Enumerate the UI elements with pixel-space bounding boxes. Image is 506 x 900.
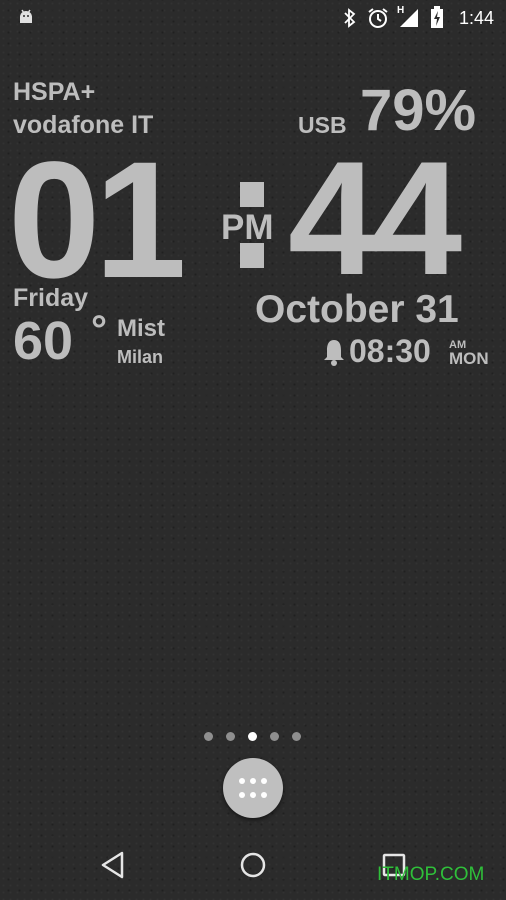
page-indicator [0, 731, 506, 743]
page-dot[interactable] [204, 732, 213, 741]
app-drawer-button[interactable] [223, 758, 283, 818]
home-icon[interactable] [239, 851, 267, 879]
status-bar: H 1:44 [0, 0, 506, 34]
clock-ampm: PM [221, 208, 274, 247]
alarm-bell-icon [324, 340, 344, 366]
page-dot-active[interactable] [248, 732, 257, 741]
temperature-value: 60 [13, 311, 74, 371]
clock-widget[interactable]: HSPA+ vodafone IT USB 79% 01 PM 44 Frida… [0, 34, 506, 369]
day-label: Friday [13, 284, 89, 312]
apps-grid-icon [239, 778, 267, 798]
network-label: HSPA+ [13, 78, 96, 106]
weather-city: Milan [117, 347, 164, 367]
clock-minutes: 44 [288, 128, 462, 309]
clock-hours: 01 [8, 128, 187, 313]
clock-colon-top [240, 182, 264, 207]
android-icon [20, 9, 32, 23]
back-icon[interactable] [100, 851, 126, 879]
signal-icon [400, 9, 418, 27]
alarm-day: MON [449, 349, 489, 368]
alarm-icon [368, 8, 388, 28]
page-dot[interactable] [292, 732, 301, 741]
page-dot[interactable] [226, 732, 235, 741]
watermark: ITMOP.COM [377, 864, 485, 885]
weather-condition: Mist [117, 315, 165, 342]
navigation-bar: ITMOP.COM [0, 820, 506, 900]
status-time: 1:44 [458, 8, 494, 28]
bluetooth-icon [344, 8, 356, 28]
degree-symbol: ° [91, 308, 107, 352]
battery-charging-icon [431, 6, 443, 28]
date-label: October 31 [255, 288, 459, 331]
page-dot[interactable] [270, 732, 279, 741]
alarm-time: 08:30 [349, 333, 431, 369]
